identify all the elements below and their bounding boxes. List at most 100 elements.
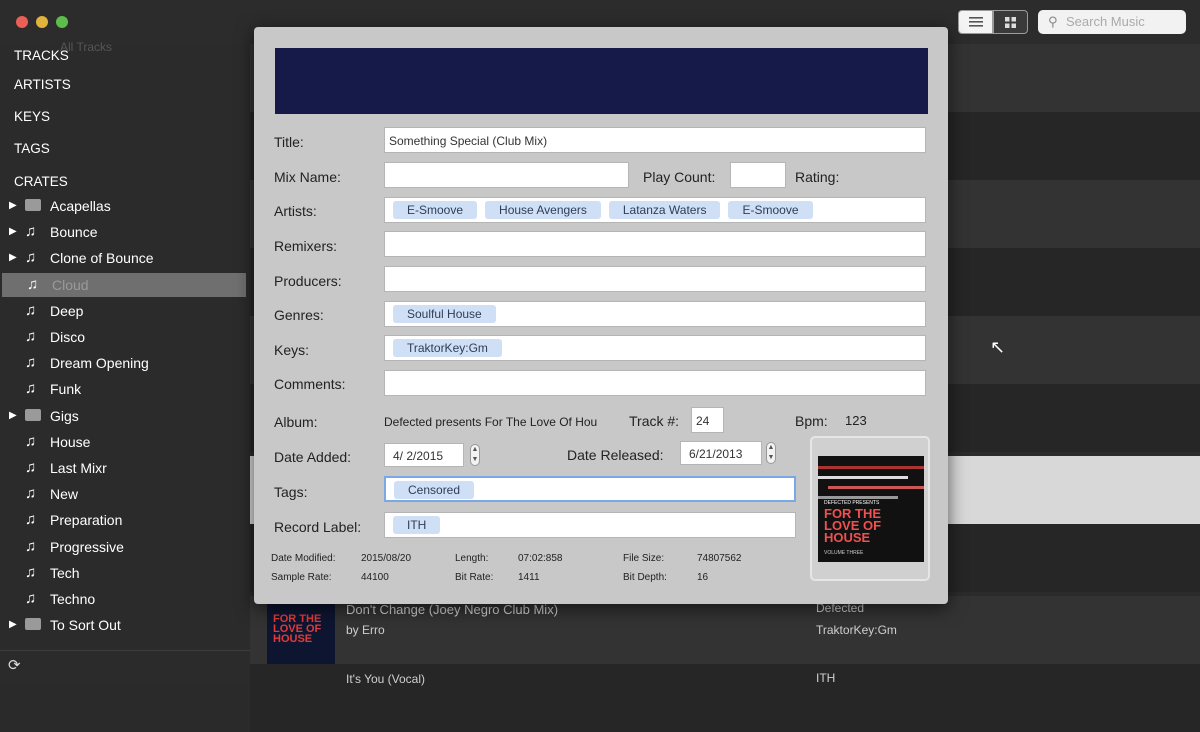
date-added-field[interactable]: 4/ 2/2015 — [384, 443, 464, 467]
comments-field[interactable] — [384, 370, 926, 396]
crate-item-label: Clone of Bounce — [50, 250, 154, 267]
keys-field[interactable]: TraktorKey:Gm — [384, 335, 926, 361]
sidebar: All Tracks TRACKS ARTISTS KEYS TAGS CRAT… — [0, 40, 250, 650]
play-count-label: Play Count: — [643, 169, 716, 185]
crate-item[interactable]: ♫ Last Mixr — [0, 456, 250, 480]
crate-item[interactable]: ▶ Gigs — [0, 404, 250, 428]
crate-item-label: Deep — [50, 302, 84, 319]
album-value[interactable]: Defected presents For The Love Of Hou — [384, 415, 624, 429]
album-artwork-well[interactable]: DEFECTED PRESENTS FOR THE LOVE OF HOUSE … — [810, 436, 930, 581]
disclosure-arrow-icon[interactable]: ▶ — [9, 404, 17, 428]
token-chip[interactable]: Censored — [394, 481, 475, 499]
bit-depth-value: 16 — [697, 572, 709, 583]
disclosure-arrow-icon[interactable]: ▶ — [9, 246, 17, 270]
crate-item[interactable]: ♫ Progressive — [0, 535, 250, 559]
token-chip[interactable]: Latanza Waters — [608, 201, 721, 219]
record-label-field[interactable]: ITH — [384, 512, 796, 538]
tags-field[interactable]: Censored — [384, 476, 796, 502]
token-chip[interactable]: Soulful House — [393, 305, 496, 323]
close-window-button[interactable] — [16, 16, 28, 28]
crate-item-label: New — [50, 486, 79, 503]
crate-item[interactable]: ♫ Dream Opening — [0, 351, 250, 375]
record-label-label: Record Label: — [274, 519, 362, 535]
bit-rate-label: Bit Rate: — [455, 572, 494, 583]
date-released-stepper[interactable]: ▲ ▼ — [766, 442, 776, 464]
bit-depth-label: Bit Depth: — [623, 572, 667, 583]
token-chip[interactable]: ITH — [393, 516, 441, 534]
sidebar-item-crates[interactable]: CRATES — [14, 174, 68, 189]
crate-item-label: Techno — [50, 591, 96, 607]
keys-tokens: TraktorKey:Gm — [393, 339, 510, 357]
artwork-title: FOR THE LOVE OF HOUSE — [824, 506, 882, 545]
sample-rate-value: 44100 — [361, 572, 389, 583]
crate-item[interactable]: ♫ Techno — [0, 587, 250, 611]
date-released-field[interactable]: 6/21/2013 — [680, 441, 762, 465]
artists-tokens: E-Smoove House Avengers Latanza Waters E-Sm… — [393, 201, 821, 219]
grid-icon — [1005, 16, 1016, 28]
crate-item[interactable]: ▶ ♫ Clone of Bounce — [0, 246, 250, 270]
comments-label: Comments: — [274, 376, 346, 392]
date-added-stepper[interactable]: ▲ ▼ — [470, 444, 480, 466]
date-added-value: 4/ 2/2015 — [393, 449, 444, 463]
play-count-field[interactable] — [730, 162, 786, 188]
grid-view-button[interactable] — [993, 10, 1028, 34]
track-artwork: FOR THE LOVE OF HOUSE — [267, 596, 335, 664]
mix-name-field[interactable] — [384, 162, 629, 188]
crate-item[interactable]: ♫ New — [0, 482, 250, 506]
title-field[interactable]: Something Special (Club Mix) — [384, 127, 926, 153]
crate-item-label: Dream Opening — [50, 355, 149, 372]
search-input[interactable]: ⚲ Search Music — [1038, 10, 1186, 34]
sidebar-item-keys[interactable]: KEYS — [14, 109, 50, 124]
sidebar-item-tracks[interactable]: TRACKS — [14, 48, 69, 63]
track-artwork-text: FOR THE LOVE OF HOUSE — [273, 613, 322, 645]
crate-item-label: Progressive — [50, 538, 124, 555]
genres-tokens: Soulful House — [393, 305, 504, 323]
list-icon — [968, 17, 983, 27]
crate-item[interactable]: ♫ Cloud — [2, 272, 246, 297]
file-size-label: File Size: — [623, 553, 665, 564]
artists-field[interactable]: E-Smoove House Avengers Latanza Waters E-Sm… — [384, 197, 926, 223]
list-view-button[interactable] — [958, 10, 993, 34]
album-artwork: DEFECTED PRESENTS FOR THE LOVE OF HOUSE … — [818, 456, 924, 562]
crate-item[interactable]: ▶ ♫ Bounce — [0, 220, 250, 244]
search-placeholder: Search Music — [1066, 14, 1145, 29]
producers-field[interactable] — [384, 266, 926, 292]
crate-item[interactable]: ♫ Funk — [0, 377, 250, 401]
search-icon: ⚲ — [1048, 14, 1058, 29]
crate-item-label: Bounce — [50, 224, 98, 241]
crate-item[interactable]: ♫ Deep — [0, 299, 250, 323]
crate-item[interactable]: ▶ To Sort Out — [0, 613, 250, 637]
music-note-icon: ♫ — [25, 511, 37, 529]
title-label: Title: — [274, 134, 304, 150]
remixers-field[interactable] — [384, 231, 926, 257]
crate-item[interactable]: ♫ Preparation — [0, 508, 250, 532]
date-released-label: Date Released: — [567, 447, 664, 463]
music-note-icon: ♫ — [25, 328, 37, 345]
genres-field[interactable]: Soulful House — [384, 301, 926, 327]
music-note-icon: ♫ — [25, 432, 37, 450]
disclosure-arrow-icon[interactable]: ▶ — [9, 220, 17, 244]
crate-item[interactable]: ♫ House — [0, 430, 250, 454]
genres-label: Genres: — [274, 307, 324, 323]
token-chip[interactable]: E-Smoove — [728, 201, 813, 219]
track-number-field[interactable]: 24 — [691, 407, 724, 433]
refresh-icon[interactable]: ⟳ — [8, 656, 21, 674]
waveform-banner — [275, 48, 928, 114]
crate-item[interactable]: ▶ Acapellas — [0, 194, 250, 218]
file-size-value: 74807562 — [697, 553, 742, 564]
disclosure-arrow-icon[interactable]: ▶ — [9, 194, 17, 218]
minimize-window-button[interactable] — [36, 16, 48, 28]
disclosure-arrow-icon[interactable]: ▶ — [9, 613, 17, 637]
tags-tokens: Censored — [394, 481, 482, 499]
sidebar-item-artists[interactable]: ARTISTS — [14, 77, 71, 92]
bpm-label: Bpm: — [795, 413, 828, 429]
crate-item[interactable]: ♫ Tech — [0, 561, 250, 585]
token-chip[interactable]: TraktorKey:Gm — [393, 339, 502, 357]
sidebar-item-tags[interactable]: TAGS — [14, 141, 50, 156]
token-chip[interactable]: E-Smoove — [393, 201, 478, 219]
crate-item[interactable]: ♫ Disco — [0, 325, 250, 349]
date-released-value: 6/21/2013 — [689, 447, 743, 461]
token-chip[interactable]: House Avengers — [485, 201, 601, 219]
length-value: 07:02:858 — [518, 553, 563, 564]
zoom-window-button[interactable] — [56, 16, 68, 28]
